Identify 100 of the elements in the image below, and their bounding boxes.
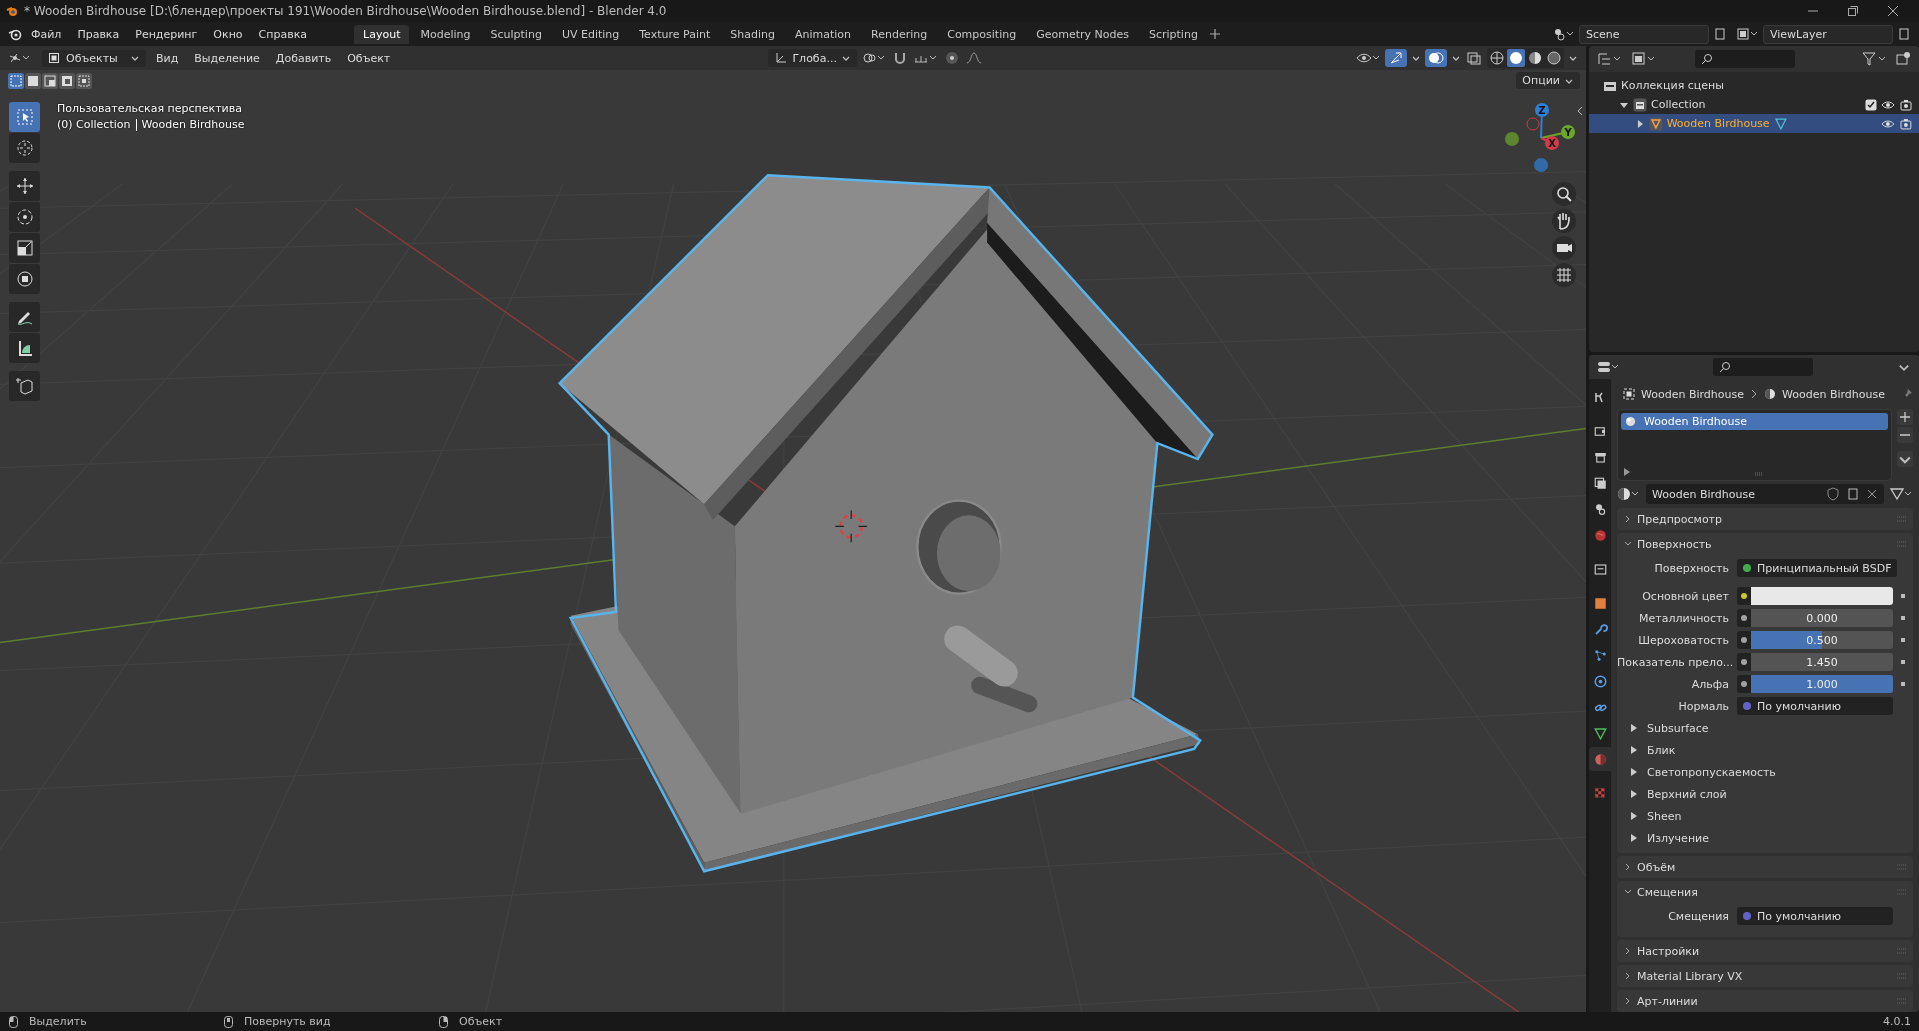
material-tab[interactable] [1589,747,1611,771]
workspace-tab[interactable]: UV Editing [552,24,629,44]
material-slot[interactable]: Wooden Birdhouse [1621,412,1888,430]
subpanel-header[interactable]: Светопропускаемость [1617,761,1913,783]
search-field[interactable] [1695,50,1795,68]
breadcrumb-item[interactable]: Wooden Birdhouse [1782,387,1885,401]
3d-cursor-icon[interactable] [834,509,868,543]
tool-button[interactable] [9,333,40,363]
workspace-tab[interactable]: Compositing [938,24,1026,44]
search-field[interactable] [1713,358,1813,376]
rendered-shading-icon[interactable] [1545,49,1563,67]
visibility-checkbox[interactable] [1865,98,1877,111]
mesh-data-icon[interactable] [1773,116,1788,131]
workspace-tab[interactable]: Modeling [411,24,480,44]
panel-header[interactable]: Предпросмотр [1617,508,1913,530]
view-layer-icon[interactable] [1737,27,1759,41]
orientation-dropdown[interactable]: Глоба... [768,49,857,67]
tool-button[interactable] [9,171,40,201]
hand-icon[interactable] [1552,209,1576,233]
pivot-icon[interactable] [860,50,887,66]
tool-button[interactable] [9,371,40,401]
value-slider[interactable]: 0.500 [1751,631,1893,649]
menu-item[interactable]: Справка [251,24,315,44]
subpanel-header[interactable]: Излучение [1617,827,1913,849]
workspace-tab[interactable]: Rendering [862,24,937,44]
solid-shading-icon[interactable] [1507,49,1525,67]
restore-icon[interactable] [1847,5,1859,17]
remove-slot-icon[interactable] [1897,426,1913,443]
resize-grip-icon[interactable] [1754,471,1763,476]
new-collection-icon[interactable] [1895,51,1911,67]
camera-icon[interactable] [1899,97,1913,112]
material-name-field[interactable]: Wooden Birdhouse [1646,484,1884,505]
color-swatch[interactable] [1751,587,1893,605]
editor-type-icon[interactable] [1597,359,1621,375]
menu-item[interactable]: Правка [70,24,127,44]
unlink-icon[interactable] [1866,488,1878,501]
grid-icon[interactable] [1552,263,1576,287]
slot-menu-icon[interactable] [1897,450,1913,467]
subpanel-header[interactable]: Блик [1617,739,1913,761]
menu-item[interactable]: Добавить [269,49,338,67]
menu-item[interactable]: Окно [206,24,250,44]
set-selection-icon[interactable] [8,73,24,89]
new-view-layer-icon[interactable] [1897,27,1911,41]
add-workspace-icon[interactable] [1208,28,1221,40]
camera-icon[interactable] [1899,116,1913,131]
panel-header[interactable]: Объём [1617,856,1913,878]
outliner-row[interactable]: Коллекция сцены [1589,76,1919,95]
browse-material-icon[interactable] [1617,486,1641,503]
falloff-icon[interactable] [964,50,983,66]
menu-item[interactable]: Вид [150,49,185,67]
breadcrumb-item[interactable]: Wooden Birdhouse [1641,387,1744,401]
blender-menu-icon[interactable] [8,27,22,41]
wireframe-shading-icon[interactable] [1488,49,1506,67]
number-field[interactable]: 1.450 [1751,653,1893,671]
workspace-tab[interactable]: Animation [785,24,861,44]
zoom-icon[interactable] [1552,182,1576,206]
expand-arrow-icon[interactable] [1624,467,1630,476]
material-shading-icon[interactable] [1526,49,1544,67]
scene-field[interactable]: Scene [1579,24,1709,44]
shader-link-field[interactable]: По умолчанию [1737,697,1893,715]
tool-button[interactable] [9,233,40,263]
subpanel-header[interactable]: Верхний слой [1617,783,1913,805]
camera-icon[interactable] [1552,236,1576,260]
panel-header[interactable]: Смещения [1617,881,1913,903]
workspace-tab[interactable]: Geometry Nodes [1027,24,1138,44]
panel-header[interactable]: Арт-линии [1617,990,1913,1012]
fake-user-icon[interactable] [1826,487,1840,502]
menu-item[interactable]: Файл [24,24,69,44]
panel-header[interactable]: Поверхность [1617,533,1913,555]
xray-icon[interactable] [1465,50,1483,66]
add-slot-icon[interactable] [1897,408,1913,425]
gizmo-toggle[interactable] [1385,49,1407,67]
intersect-selection-icon[interactable] [76,73,92,89]
subpanel-header[interactable]: Sheen [1617,805,1913,827]
panel-header[interactable]: Настройки [1617,940,1913,962]
extend-selection-icon[interactable] [25,73,41,89]
subtract-selection-icon[interactable] [42,73,58,89]
outliner-row[interactable]: Collection [1589,95,1919,114]
duplicate-icon[interactable] [1846,487,1860,502]
new-scene-icon[interactable] [1713,27,1727,41]
value-slider[interactable]: 0.000 [1751,609,1893,627]
shader-link-field[interactable]: По умолчанию [1737,907,1893,925]
workspace-tab[interactable]: Sculpting [481,24,551,44]
view-layer-field[interactable]: ViewLayer [1763,24,1893,44]
outliner-row[interactable]: Wooden Birdhouse [1589,114,1919,133]
tool-button[interactable] [9,202,40,232]
shader-link-field[interactable]: Принципиальный BSDF [1737,559,1898,577]
expand-arrow-icon[interactable] [1635,118,1645,129]
tool-button[interactable] [9,264,40,294]
invert-selection-icon[interactable] [59,73,75,89]
workspace-tab[interactable]: Layout [354,24,410,44]
menu-item[interactable]: Объект [341,49,397,67]
scene-icon[interactable] [1553,27,1575,41]
mode-dropdown[interactable]: Объекты [42,49,146,67]
panel-header[interactable]: Material Library VX [1617,965,1913,987]
workspace-tab[interactable]: Scripting [1139,24,1207,44]
menu-item[interactable]: Рендеринг [128,24,205,44]
workspace-tab[interactable]: Shading [721,24,784,44]
menu-item[interactable]: Выделение [188,49,266,67]
value-slider[interactable]: 1.000 [1751,675,1893,693]
